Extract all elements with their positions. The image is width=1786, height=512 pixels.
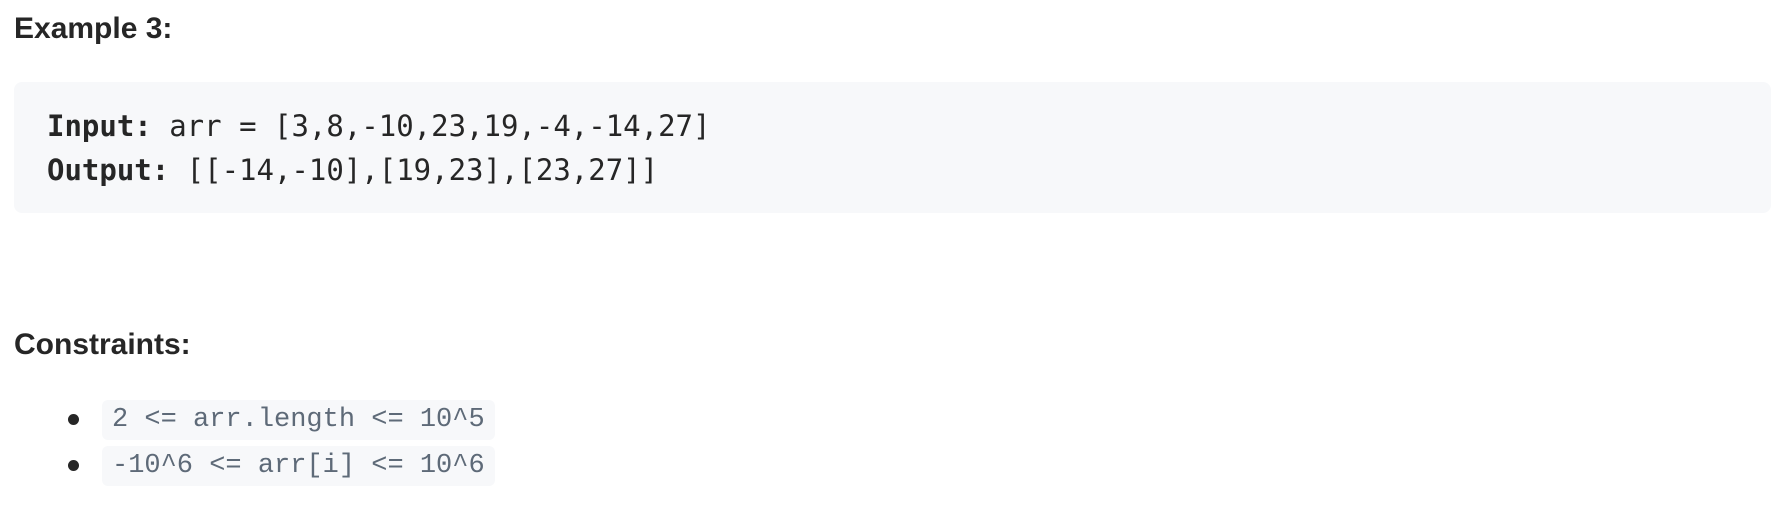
output-value: [[-14,-10],[19,23],[23,27]] [169, 153, 659, 187]
input-value: arr = [3,8,-10,23,19,-4,-14,27] [151, 109, 711, 143]
example-output-line: Output: [[-14,-10],[19,23],[23,27]] [47, 148, 1771, 192]
example-input-line: Input: arr = [3,8,-10,23,19,-4,-14,27] [47, 104, 1771, 148]
output-label: Output: [47, 153, 170, 187]
constraints-heading: Constraints: [14, 328, 191, 361]
bullet-icon [68, 460, 79, 471]
example-heading: Example 3: [14, 12, 173, 45]
problem-description: Example 3: Input: arr = [3,8,-10,23,19,-… [0, 0, 1786, 512]
bullet-icon [68, 414, 79, 425]
input-label: Input: [47, 109, 152, 143]
constraint-code: 2 <= arr.length <= 10^5 [102, 400, 495, 440]
constraint-code: -10^6 <= arr[i] <= 10^6 [102, 446, 495, 486]
example-code-block: Input: arr = [3,8,-10,23,19,-4,-14,27] O… [14, 82, 1771, 213]
